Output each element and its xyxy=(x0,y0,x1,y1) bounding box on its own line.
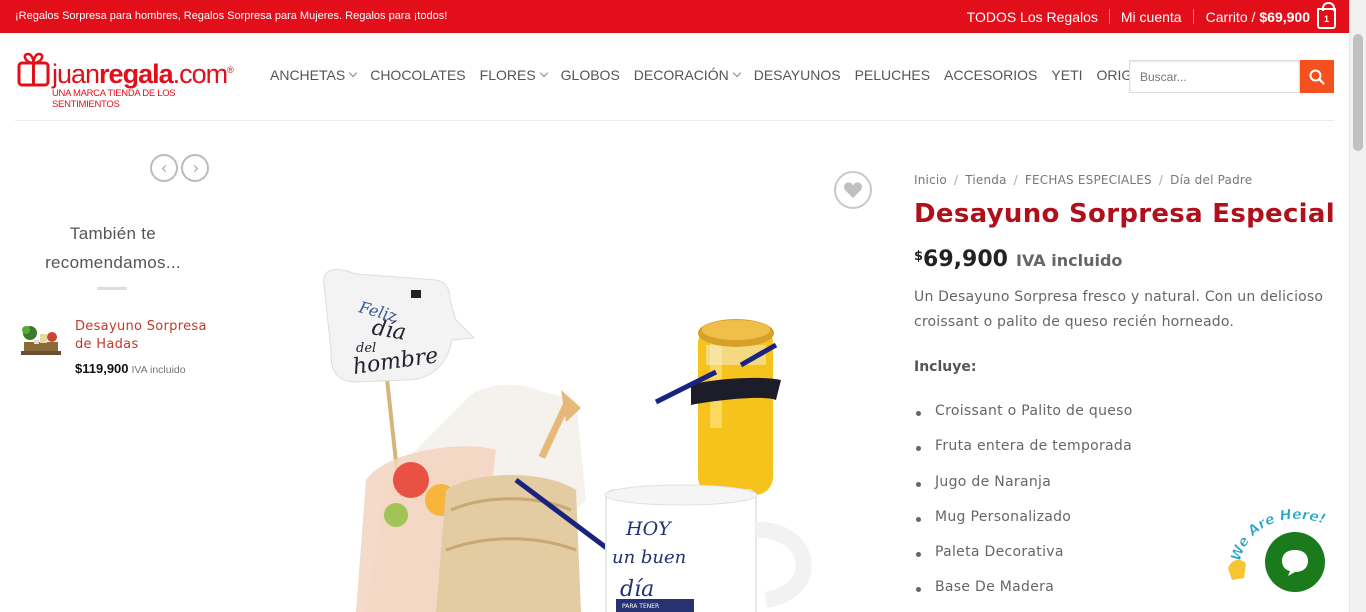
nav-item-label: ANCHETAS xyxy=(270,67,346,83)
search-input[interactable] xyxy=(1129,60,1300,93)
svg-text:día: día xyxy=(620,577,654,602)
top-bar: ¡Regalos Sorpresa para hombres, Regalos … xyxy=(0,0,1349,33)
nav-item-flores[interactable]: FLORES xyxy=(479,67,548,83)
previous-product-button[interactable] xyxy=(150,154,178,182)
nav-item-label: GLOBOS xyxy=(560,67,620,83)
svg-text:PARA TENER: PARA TENER xyxy=(622,603,659,610)
chevron-down-icon xyxy=(348,68,358,78)
recommendations-title: También te recomendamos... xyxy=(45,224,181,272)
logo-wordmark: juanregala.com® xyxy=(52,59,234,89)
search-form xyxy=(1129,60,1334,93)
wishlist-button[interactable] xyxy=(834,171,872,209)
nav-item-label: CHOCOLATES xyxy=(370,67,466,83)
includes-list: Croissant o Palito de queso Fruta entera… xyxy=(914,403,1133,612)
cart-total: $69,900 xyxy=(1259,8,1310,25)
gift-logo-icon xyxy=(17,52,50,87)
page-scrollbar[interactable] xyxy=(1349,0,1366,612)
title-divider xyxy=(97,287,127,290)
nav-item-anchetas[interactable]: ANCHETAS xyxy=(270,67,358,83)
cart-count: 1 xyxy=(1323,13,1329,24)
list-item: Croissant o Palito de queso xyxy=(914,403,1133,438)
header-divider xyxy=(15,120,1334,121)
breadcrumb-category[interactable]: FECHAS ESPECIALES xyxy=(1025,173,1152,187)
breadcrumb-subcategory[interactable]: Día del Padre xyxy=(1170,173,1252,187)
breadcrumb-shop[interactable]: Tienda xyxy=(965,173,1006,187)
nav-item-desayunos[interactable]: DESAYUNOS xyxy=(754,67,841,83)
cart-label: Carrito / xyxy=(1205,8,1256,25)
nav-item-peluches[interactable]: PELUCHES xyxy=(855,67,930,83)
list-item: Base De Madera xyxy=(914,579,1133,612)
next-product-button[interactable] xyxy=(181,154,209,182)
chevron-right-icon xyxy=(190,164,198,172)
product-description: Un Desayuno Sorpresa fresco y natural. C… xyxy=(914,289,1324,330)
nav-item-label: ACCESORIOS xyxy=(944,67,1038,83)
main-nav: ANCHETAS CHOCOLATES FLORES GLOBOS DECORACIÓN… xyxy=(270,67,1188,83)
recommended-product-name[interactable]: Desayuno Sorpresa de Hadas xyxy=(75,318,215,354)
product-price: $69,900 IVA incluido xyxy=(914,247,1123,272)
shopping-bag-icon[interactable]: 1 xyxy=(1317,2,1336,29)
chevron-down-icon xyxy=(539,68,548,78)
svg-text:un buen: un buen xyxy=(612,547,686,568)
nav-item-label: YETI xyxy=(1051,67,1083,83)
search-icon xyxy=(1309,69,1325,85)
list-item: Jugo de Naranja xyxy=(914,474,1133,509)
product-title: Desayuno Sorpresa Especial xyxy=(914,199,1335,229)
product-photo: Feliz día del hombre HOY un buen día PAR… xyxy=(323,269,812,612)
top-bar-links: TODOS Los Regalos Mi cuenta Carrito / $6… xyxy=(956,0,1336,33)
recommended-product-price: $119,900 IVA incluido xyxy=(75,361,186,376)
product-image[interactable]: Feliz día del hombre HOY un buen día PAR… xyxy=(236,150,886,612)
nav-item-decoracin[interactable]: DECORACIÓN xyxy=(633,67,741,83)
chat-bubble-icon xyxy=(1282,550,1308,576)
list-item: Mug Personalizado xyxy=(914,509,1133,544)
all-gifts-link[interactable]: TODOS Los Regalos xyxy=(956,9,1109,25)
includes-heading: Incluye: xyxy=(914,359,977,375)
breadcrumb-home[interactable]: Inicio xyxy=(914,173,947,187)
chevron-left-icon xyxy=(161,164,169,172)
site-logo[interactable]: juanregala.com® UNA MARCA TIENDA DE LOS … xyxy=(17,48,239,110)
product-nav-arrows xyxy=(150,154,212,182)
search-button[interactable] xyxy=(1300,60,1334,93)
breadcrumb: Inicio / Tienda / FECHAS ESPECIALES / Día del … xyxy=(914,173,1253,187)
nav-item-accesorios[interactable]: ACCESORIOS xyxy=(944,67,1037,83)
heart-icon xyxy=(843,182,863,198)
my-account-link[interactable]: Mi cuenta xyxy=(1110,9,1193,25)
promo-text: ¡Regalos Sorpresa para hombres, Regalos … xyxy=(15,10,448,22)
scrollbar-thumb[interactable] xyxy=(1353,34,1363,151)
nav-item-label: PELUCHES xyxy=(854,67,931,83)
nav-item-label: FLORES xyxy=(479,67,536,83)
svg-text:HOY: HOY xyxy=(625,518,673,540)
cart-link[interactable]: Carrito / $69,900 1 xyxy=(1194,2,1336,29)
list-item: Fruta entera de temporada xyxy=(914,438,1133,473)
nav-item-yeti[interactable]: YETI xyxy=(1051,67,1082,83)
product-thumbnail[interactable] xyxy=(18,322,64,358)
nav-item-label: DESAYUNOS xyxy=(753,67,841,83)
list-item: Paleta Decorativa xyxy=(914,544,1133,579)
header: juanregala.com® UNA MARCA TIENDA DE LOS … xyxy=(0,33,1349,121)
chat-widget[interactable]: We Are Here! xyxy=(1222,500,1340,600)
chat-button[interactable] xyxy=(1265,532,1325,592)
nav-item-chocolates[interactable]: CHOCOLATES xyxy=(370,67,465,83)
logo-tagline: UNA MARCA TIENDA DE LOS SENTIMIENTOS xyxy=(52,88,176,110)
chevron-down-icon xyxy=(732,68,741,78)
nav-item-label: DECORACIÓN xyxy=(633,67,729,83)
nav-item-globos[interactable]: GLOBOS xyxy=(561,67,620,83)
